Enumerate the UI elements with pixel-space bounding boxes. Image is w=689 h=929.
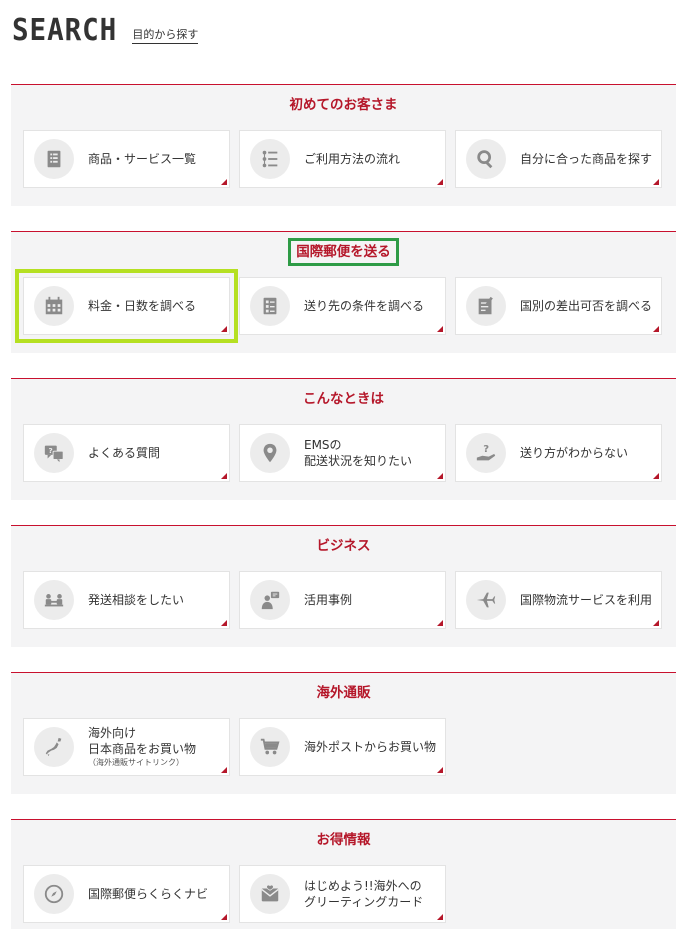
list-document-icon bbox=[34, 139, 74, 179]
question-hand-icon: ? bbox=[466, 433, 506, 473]
section-title: ビジネス bbox=[316, 538, 371, 554]
corner-arrow-icon bbox=[221, 179, 227, 185]
card-usage-flow[interactable]: ご利用方法の流れ bbox=[239, 130, 446, 188]
card-label: 送り先の条件を調べる bbox=[304, 299, 425, 313]
page-header: SEARCH 目的から探す bbox=[12, 13, 199, 48]
meeting-icon bbox=[34, 580, 74, 620]
card-label: 海外向け 日本商品をお買い物 （海外通販サイトリンク） bbox=[88, 719, 221, 775]
card-label: 国別の差出可否を調べる bbox=[520, 299, 653, 313]
corner-arrow-icon bbox=[221, 473, 227, 479]
steps-list-icon bbox=[250, 139, 290, 179]
card-logistics-service[interactable]: 国際物流サービスを利用 bbox=[455, 571, 662, 629]
corner-arrow-icon bbox=[221, 914, 227, 920]
card-label: 国際郵便らくらくナビ bbox=[88, 887, 209, 901]
card-faq[interactable]: ? よくある質問 bbox=[23, 424, 230, 482]
compass-icon bbox=[34, 874, 74, 914]
card-rates-days[interactable]: 料金・日数を調べる bbox=[15, 269, 238, 343]
japan-map-icon bbox=[34, 727, 74, 767]
section-deals: お得情報 国際郵便らくらくナビ はじめよう!!海外への グリーティングカード bbox=[11, 819, 676, 929]
card-overseas-post-shopping[interactable]: 海外ポストからお買い物 bbox=[239, 718, 446, 776]
corner-arrow-icon bbox=[437, 620, 443, 626]
card-label: 自分に合った商品を探す bbox=[520, 152, 653, 166]
svg-text:?: ? bbox=[49, 446, 53, 455]
corner-arrow-icon bbox=[653, 326, 659, 332]
greeting-card-icon bbox=[250, 874, 290, 914]
checklist-icon bbox=[250, 286, 290, 326]
corner-arrow-icon bbox=[221, 620, 227, 626]
page-subtitle: 目的から探す bbox=[132, 28, 199, 44]
card-label: EMSの 配送状況を知りたい bbox=[304, 438, 413, 468]
card-label: 国際物流サービスを利用 bbox=[520, 593, 653, 607]
card-how-to-send[interactable]: ? 送り方がわからない bbox=[455, 424, 662, 482]
corner-arrow-icon bbox=[437, 179, 443, 185]
card-greeting-card[interactable]: はじめよう!!海外への グリーティングカード bbox=[239, 865, 446, 923]
corner-arrow-icon bbox=[653, 620, 659, 626]
card-label: はじめよう!!海外への グリーティングカード bbox=[304, 879, 424, 909]
document-edit-icon bbox=[466, 286, 506, 326]
section-overseas-shopping: 海外通販 海外向け 日本商品をお買い物 （海外通販サイトリンク） 海外ポストから… bbox=[11, 672, 676, 794]
faq-chat-icon: ? bbox=[34, 433, 74, 473]
section-business: ビジネス 発送相談をしたい 活用事例 国際物流サービスを利用 bbox=[11, 525, 676, 647]
search-icon bbox=[466, 139, 506, 179]
presenter-icon bbox=[250, 580, 290, 620]
card-product-list[interactable]: 商品・サービス一覧 bbox=[23, 130, 230, 188]
section-title: お得情報 bbox=[316, 832, 371, 848]
section-title: 海外通販 bbox=[316, 685, 371, 701]
card-destination-conditions[interactable]: 送り先の条件を調べる bbox=[239, 277, 446, 335]
section-send-mail: 国際郵便を送る 料金・日数を調べる 送り先の条件を調べる 国別の差出可否を調べる bbox=[11, 231, 676, 353]
svg-text:?: ? bbox=[483, 444, 489, 455]
page-title: SEARCH bbox=[12, 13, 118, 48]
corner-arrow-icon bbox=[437, 326, 443, 332]
section-title: こんなときは bbox=[303, 391, 384, 407]
corner-arrow-icon bbox=[653, 473, 659, 479]
corner-arrow-icon bbox=[653, 179, 659, 185]
card-sublabel: （海外通販サイトリンク） bbox=[88, 758, 184, 767]
card-label: よくある質問 bbox=[88, 446, 161, 460]
card-find-product[interactable]: 自分に合った商品を探す bbox=[455, 130, 662, 188]
card-label: 料金・日数を調べる bbox=[88, 299, 197, 313]
section-title: 国際郵便を送る bbox=[288, 238, 399, 266]
corner-arrow-icon bbox=[221, 326, 227, 332]
section-first-time: 初めてのお客さま 商品・サービス一覧 ご利用方法の流れ 自分に合った商品を探す bbox=[11, 84, 676, 206]
card-ems-tracking[interactable]: EMSの 配送状況を知りたい bbox=[239, 424, 446, 482]
section-title: 初めてのお客さま bbox=[289, 97, 398, 113]
card-label: 活用事例 bbox=[304, 593, 353, 607]
corner-arrow-icon bbox=[437, 914, 443, 920]
card-japan-products[interactable]: 海外向け 日本商品をお買い物 （海外通販サイトリンク） bbox=[23, 718, 230, 776]
location-pin-icon bbox=[250, 433, 290, 473]
card-case-studies[interactable]: 活用事例 bbox=[239, 571, 446, 629]
airplane-icon bbox=[466, 580, 506, 620]
card-label: 海外ポストからお買い物 bbox=[304, 740, 437, 754]
calendar-icon bbox=[34, 286, 74, 326]
card-mail-navi[interactable]: 国際郵便らくらくナビ bbox=[23, 865, 230, 923]
card-label: 発送相談をしたい bbox=[88, 593, 185, 607]
card-country-availability[interactable]: 国別の差出可否を調べる bbox=[455, 277, 662, 335]
corner-arrow-icon bbox=[437, 767, 443, 773]
section-when: こんなときは ? よくある質問 EMSの 配送状況を知りたい ? 送り方がわからな… bbox=[11, 378, 676, 500]
corner-arrow-icon bbox=[221, 767, 227, 773]
corner-arrow-icon bbox=[437, 473, 443, 479]
card-shipping-consultation[interactable]: 発送相談をしたい bbox=[23, 571, 230, 629]
card-label: 商品・サービス一覧 bbox=[88, 152, 197, 166]
card-label: ご利用方法の流れ bbox=[304, 152, 401, 166]
shopping-cart-icon bbox=[250, 727, 290, 767]
card-label: 送り方がわからない bbox=[520, 446, 629, 460]
